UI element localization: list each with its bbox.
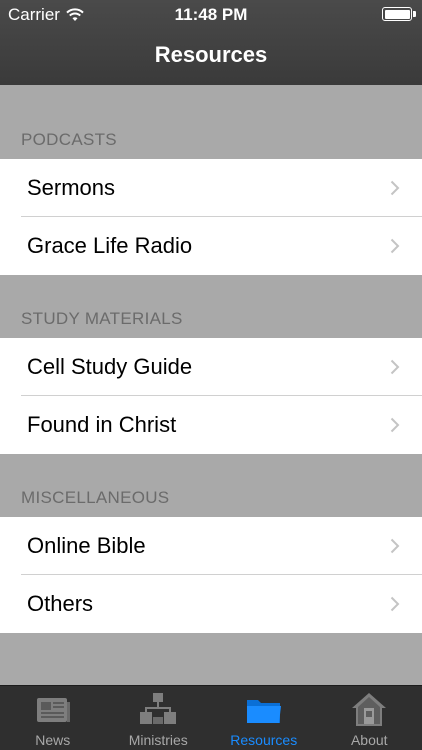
list-item-label: Cell Study Guide — [27, 354, 193, 379]
section-header-miscellaneous: MISCELLANEOUS — [21, 488, 170, 507]
tab-label: News — [35, 732, 71, 748]
newspaper-icon — [36, 698, 70, 722]
section-header-study-materials: STUDY MATERIALS — [21, 309, 183, 328]
chevron-right-icon — [390, 238, 400, 254]
list-item-label: Others — [27, 591, 94, 616]
tab-news[interactable]: News — [0, 686, 106, 750]
folder-icon — [246, 700, 281, 723]
chevron-right-icon — [390, 538, 400, 554]
house-icon — [352, 693, 387, 726]
section-miscellaneous: Online Bible Others — [0, 517, 422, 633]
list-item-label: Online Bible — [27, 533, 146, 558]
tab-about[interactable]: About — [317, 686, 422, 750]
section-podcasts: Sermons Grace Life Radio — [0, 159, 422, 275]
tab-label: Resources — [230, 732, 298, 748]
list-item-label: Sermons — [27, 175, 116, 200]
list-item-sermons[interactable]: Sermons — [0, 159, 422, 217]
org-chart-icon — [140, 693, 177, 724]
list-item-found-in-christ[interactable]: Found in Christ — [0, 396, 422, 454]
status-bar: Carrier 11:48 PM — [0, 0, 422, 30]
tab-bar: News Ministries Resources About — [0, 685, 422, 750]
chevron-right-icon — [390, 180, 400, 196]
page-title: Resources — [154, 42, 268, 67]
tab-resources[interactable]: Resources — [211, 686, 317, 750]
list-item-cell-study-guide[interactable]: Cell Study Guide — [0, 338, 422, 396]
list-item-grace-life-radio[interactable]: Grace Life Radio — [0, 217, 422, 275]
tab-label: About — [350, 732, 388, 748]
resources-list: PODCASTS Sermons Grace Life Radio STUDY … — [0, 85, 422, 685]
header: Carrier 11:48 PM Resources — [0, 0, 422, 85]
tab-ministries[interactable]: Ministries — [106, 686, 212, 750]
list-item-others[interactable]: Others — [0, 575, 422, 633]
list-item-label: Grace Life Radio — [27, 233, 193, 258]
status-time: 11:48 PM — [174, 5, 248, 24]
chevron-right-icon — [390, 596, 400, 612]
chevron-right-icon — [390, 359, 400, 375]
section-study-materials: Cell Study Guide Found in Christ — [0, 338, 422, 454]
battery-icon — [382, 7, 416, 21]
tab-label: Ministries — [128, 732, 188, 748]
section-header-podcasts: PODCASTS — [21, 130, 117, 149]
chevron-right-icon — [390, 417, 400, 433]
list-item-label: Found in Christ — [27, 412, 177, 437]
list-item-online-bible[interactable]: Online Bible — [0, 517, 422, 575]
